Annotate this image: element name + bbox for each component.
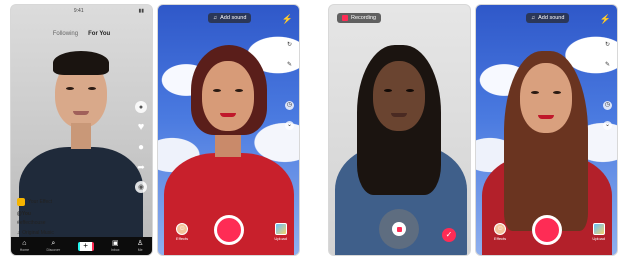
plus-icon: + [77,241,94,251]
stage: 9:41 ▮▮ Following For You ● ♥ ● ➦ ◉ Your … [0,0,623,259]
feed-tabs: Following For You [11,31,152,37]
effects-label: Effects [176,236,189,241]
record-dot-icon [342,15,348,21]
record-button[interactable] [213,215,244,245]
person-hair [53,51,109,75]
search-icon: ⌕ [51,240,56,247]
upload-label: Upload [592,236,605,241]
music-disc-icon[interactable]: ◉ [135,181,147,193]
check-icon[interactable]: ✓ [442,228,456,242]
eye [553,91,561,94]
nav-create[interactable]: + [77,241,94,251]
mouth [220,113,236,117]
hashtag[interactable]: #effecthouse [17,220,46,226]
music-text: Original Music [22,230,54,236]
mouth [538,115,554,119]
share-icon[interactable]: ➦ [135,161,147,173]
effects-label: Effects [494,236,507,241]
nav-home[interactable]: ⌂ Home [20,240,29,252]
tab-for-you[interactable]: For You [88,31,110,37]
bottom-nav: ⌂ Home ⌕ Discover + ▣ Inbox ♙ Me [11,237,152,255]
eye [384,89,392,92]
beauty-icon[interactable]: ✎ [603,61,612,70]
home-icon: ⌂ [22,240,27,247]
upload-icon [274,223,287,235]
record-button[interactable] [531,215,562,245]
effect-icon: ☺ [494,223,507,235]
nav-discover[interactable]: ⌕ Discover [47,240,61,252]
status-bar: 9:41 ▮▮ [73,8,144,14]
avatar[interactable]: ● [135,101,147,113]
username[interactable]: @You [17,211,31,217]
chevron-down-icon[interactable]: ⌄ [603,121,612,130]
flash-icon[interactable]: ⚡ [600,14,611,25]
timer-icon[interactable]: ◷ [285,101,294,110]
upload-label: Upload [274,236,287,241]
mouth [73,111,89,115]
neck [71,123,91,149]
person-face [520,63,572,133]
effects-button[interactable]: ☺ Effects [176,223,188,241]
flip-icon[interactable]: ↻ [603,41,612,50]
nav-home-label: Home [19,248,30,252]
add-sound-button[interactable]: ♫ Add sound [208,13,252,23]
recording-indicator: Recording [337,13,382,23]
music-note-icon: ♫ [17,230,21,236]
stop-icon [392,222,406,236]
effect-tag[interactable]: Your Effect [17,198,52,206]
mouth [391,113,407,117]
music-note-icon: ♫ [213,15,218,21]
eye [406,89,414,92]
effect-icon [17,198,25,206]
nav-me-label: Me [137,248,143,252]
beauty-icon[interactable]: ✎ [285,61,294,70]
eye [88,87,96,90]
nav-inbox-label: Inbox [111,248,120,252]
person-face [373,61,425,131]
upload-button[interactable]: Upload [274,223,287,241]
effects-button[interactable]: ☺ Effects [494,223,506,241]
eye [531,91,539,94]
add-sound-label: Add sound [538,15,565,21]
upload-button[interactable]: Upload [592,223,605,241]
feed-screen: 9:41 ▮▮ Following For You ● ♥ ● ➦ ◉ Your … [10,4,153,256]
camera-screen-2: ♫ Add sound ⚡ ↻ ✎ ◷ ⌄ ☺ Effects Upload [475,4,618,256]
timer-icon[interactable]: ◷ [603,101,612,110]
eye [66,87,74,90]
profile-icon: ♙ [137,240,144,247]
nav-me[interactable]: ♙ Me [137,240,143,252]
flash-icon[interactable]: ⚡ [282,14,293,25]
add-sound-label: Add sound [220,15,247,21]
nav-discover-label: Discover [46,248,61,252]
recording-screen: Recording ✓ [328,4,471,256]
add-sound-button[interactable]: ♫ Add sound [526,13,570,23]
flip-icon[interactable]: ↻ [285,41,294,50]
recording-label: Recording [351,15,377,21]
chevron-down-icon[interactable]: ⌄ [285,121,294,130]
person-face [202,61,254,131]
comment-icon[interactable]: ● [135,141,147,153]
eye [235,89,243,92]
effect-label: Your Effect [28,199,53,205]
nav-inbox[interactable]: ▣ Inbox [111,240,120,252]
status-time: 9:41 [73,8,84,14]
stop-record-control[interactable] [379,209,419,249]
music-note-icon: ♫ [531,15,536,21]
eye [213,89,221,92]
heart-icon[interactable]: ♥ [135,121,147,133]
action-rail: ● ♥ ● ➦ ◉ [135,101,147,193]
effect-icon: ☺ [176,223,189,235]
upload-icon [592,223,605,235]
inbox-icon: ▣ [111,240,119,247]
tab-following[interactable]: Following [53,31,78,37]
music-label[interactable]: ♫ Original Music [17,230,54,236]
camera-screen-1: ♫ Add sound ⚡ ↻ ✎ ◷ ⌄ ☺ Effects Upload [157,4,300,256]
